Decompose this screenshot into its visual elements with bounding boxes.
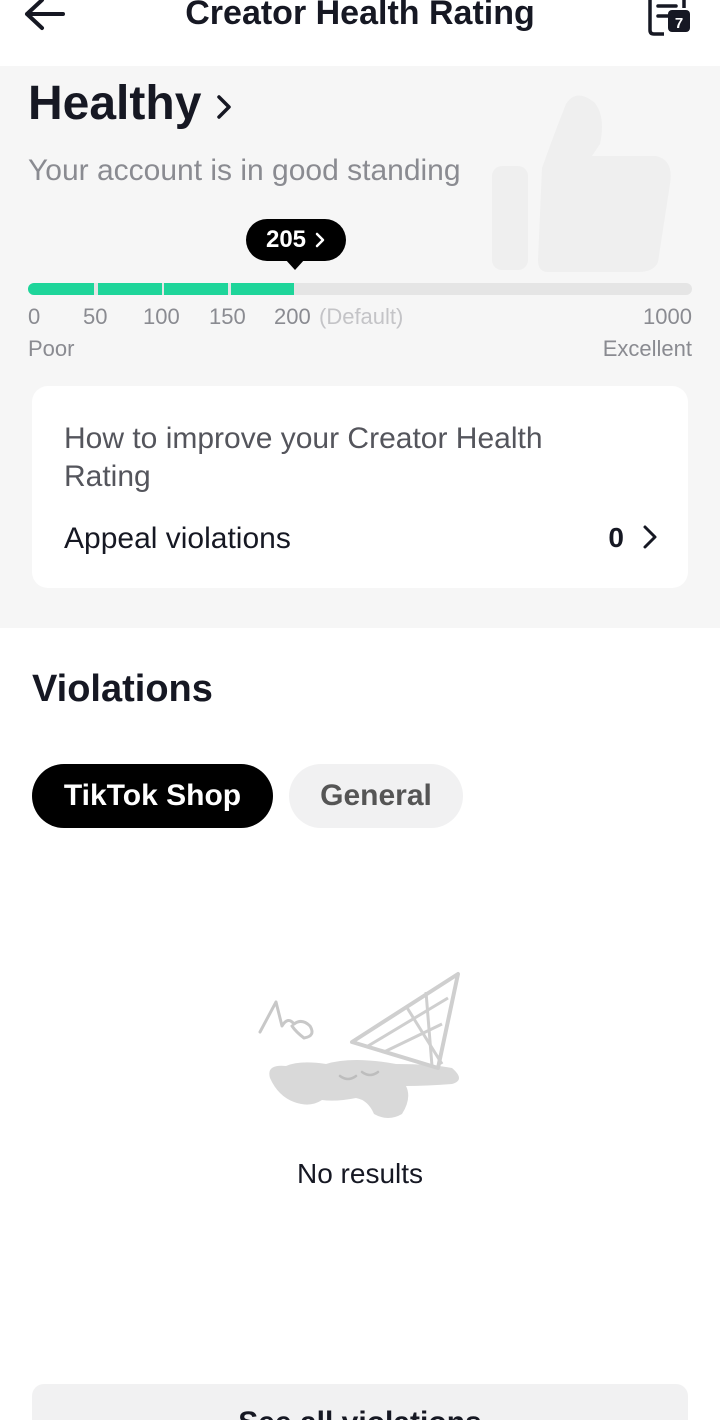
chevron-right-icon[interactable] xyxy=(642,524,658,550)
scale-tick: 50 xyxy=(83,304,108,329)
violations-heading: Violations xyxy=(32,668,213,710)
see-all-violations-button[interactable]: See all violations xyxy=(32,1384,688,1420)
progress-segment xyxy=(28,283,94,295)
progress-segment xyxy=(231,283,294,295)
score-bubble[interactable]: 205 xyxy=(246,219,346,261)
chevron-right-icon xyxy=(217,94,232,119)
improve-card: How to improve your Creator Health Ratin… xyxy=(32,386,688,588)
scale-tick: 150 xyxy=(209,304,246,329)
status-subtitle: Your account is in good standing xyxy=(28,154,461,187)
rating-progress-bar xyxy=(28,283,692,295)
scale-tick: 100 xyxy=(143,304,180,329)
appeal-violations-label[interactable]: Appeal violations xyxy=(64,522,291,556)
chevron-right-icon xyxy=(315,232,325,248)
scale-high-label: Excellent xyxy=(602,336,692,361)
score-value: 205 xyxy=(265,226,307,253)
melted-ice-cream-icon xyxy=(258,972,460,1118)
document-button[interactable]: 7 xyxy=(646,0,694,40)
top-bar: Creator Health Rating 7 xyxy=(0,0,720,66)
rating-section: Healthy Your account is in good standing… xyxy=(0,66,720,628)
document-calendar-icon: 7 xyxy=(648,0,690,36)
doc-badge: 7 xyxy=(675,15,683,32)
tab-general[interactable]: General xyxy=(289,764,463,828)
appeal-count: 0 xyxy=(608,522,624,553)
thumbs-up-icon xyxy=(492,95,671,272)
scale-tick: 0 xyxy=(28,304,41,329)
status-header[interactable]: Healthy xyxy=(28,76,233,131)
bottom-button-label: See all violations xyxy=(32,1406,688,1420)
tab-tiktok-shop[interactable]: TikTok Shop xyxy=(32,764,273,828)
page-title: Creator Health Rating xyxy=(185,0,535,32)
improve-title[interactable]: How to improve your Creator Health Ratin… xyxy=(64,420,624,496)
scale-tick: 200 xyxy=(274,304,311,329)
progress-segment xyxy=(98,283,162,295)
scale-default-note: (Default) xyxy=(319,304,404,329)
score-bubble-pointer xyxy=(285,259,305,270)
status-title: Healthy xyxy=(28,77,202,130)
empty-state-text: No results xyxy=(296,1158,424,1189)
progress-segment xyxy=(164,283,228,295)
scale-max: 1000 xyxy=(643,304,692,329)
scale-low-label: Poor xyxy=(28,336,75,361)
